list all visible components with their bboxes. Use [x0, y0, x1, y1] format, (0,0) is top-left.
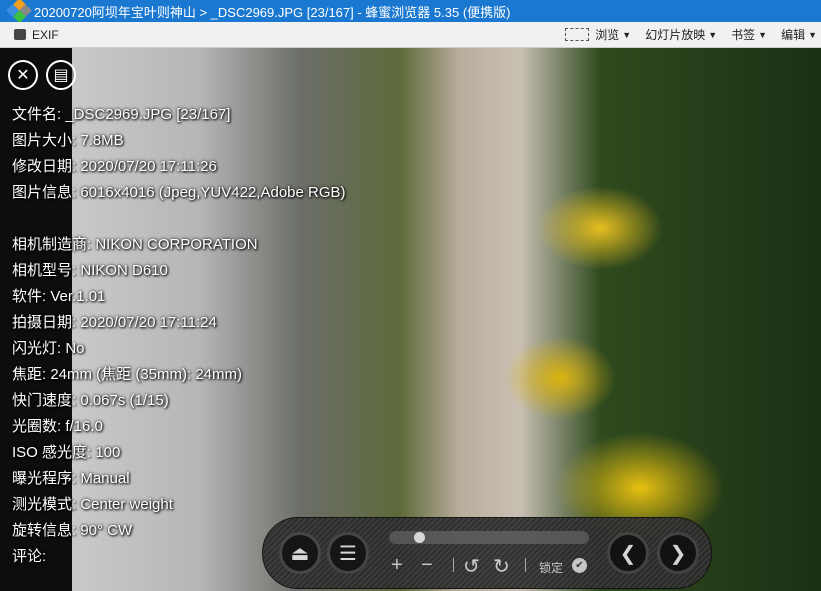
info-line: 光圈数: f/16.0	[12, 418, 103, 435]
rotate-left-icon[interactable]: ↺	[463, 554, 480, 579]
info-line: 图片大小: 7.8MB	[12, 132, 124, 149]
eject-button[interactable]: ⏏	[279, 532, 321, 574]
info-gap	[12, 206, 346, 232]
exif-button[interactable]: EXIF	[14, 28, 59, 42]
eject-icon: ⏏	[290, 542, 310, 565]
document-icon: ▤	[53, 67, 69, 84]
toolbar: EXIF 浏览 ▼ 幻灯片放映 ▼ 书签 ▼ 编辑 ▼	[0, 22, 821, 48]
info-line: 文件名: _DSC2969.JPG [23/167]	[12, 106, 231, 123]
lock-check-icon[interactable]: ✔	[572, 558, 587, 573]
menu-icon: ☰	[339, 542, 357, 565]
info-line: 曝光程序: Manual	[12, 470, 130, 487]
menu-button[interactable]: ☰	[327, 532, 369, 574]
divider	[453, 558, 454, 572]
title-bar: 20200720阿坝年宝叶则神山 > _DSC2969.JPG [23/167]…	[0, 0, 821, 23]
position-slider[interactable]	[389, 531, 589, 544]
divider	[525, 558, 526, 572]
edit-menu[interactable]: 编辑 ▼	[781, 26, 817, 43]
slider-knob[interactable]	[413, 532, 425, 543]
chevron-down-icon: ▼	[708, 29, 718, 40]
info-line: 软件: Ver.1.01	[12, 288, 106, 305]
previous-button[interactable]: ❮	[607, 532, 649, 574]
info-line: 闪光灯: No	[12, 340, 85, 357]
slideshow-menu[interactable]: 幻灯片放映 ▼	[645, 26, 717, 43]
info-line: 相机制造商: NIKON CORPORATION	[12, 236, 258, 253]
window-title: 20200720阿坝年宝叶则神山 > _DSC2969.JPG [23/167]…	[34, 4, 511, 20]
close-icon: ✕	[16, 67, 30, 84]
chevron-right-icon: ❯	[669, 542, 687, 565]
info-line: 修改日期: 2020/07/20 17:11:26	[12, 158, 217, 175]
bookmarks-menu[interactable]: 书签 ▼	[731, 26, 767, 43]
info-line: 测光模式: Center weight	[12, 496, 173, 513]
app-logo-icon	[6, 0, 32, 23]
info-line: 图片信息: 6016x4016 (Jpeg,YUV422,Adobe RGB)	[12, 184, 346, 201]
chevron-down-icon: ▼	[758, 29, 768, 40]
control-bar: ⏏ ☰ + − ↺ ↻ 锁定 ✔ ❮ ❯	[262, 517, 712, 589]
camera-icon	[14, 29, 26, 40]
chevron-left-icon: ❮	[619, 542, 637, 565]
chevron-down-icon: ▼	[622, 29, 632, 40]
info-line: 快门速度: 0.067s (1/15)	[12, 392, 169, 409]
browse-menu[interactable]: 浏览 ▼	[565, 26, 631, 43]
info-line: 焦距: 24mm (焦距 (35mm): 24mm)	[12, 366, 243, 383]
close-button[interactable]: ✕	[8, 60, 38, 90]
fullscreen-icon	[565, 28, 590, 41]
rotate-right-icon[interactable]: ↻	[493, 554, 510, 579]
chevron-down-icon: ▼	[808, 29, 817, 40]
copy-info-button[interactable]: ▤	[46, 60, 76, 90]
info-line: 相机型号: NIKON D610	[12, 262, 168, 279]
zoom-out-icon[interactable]: −	[421, 554, 433, 577]
lock-label: 锁定	[539, 561, 564, 575]
info-line: 拍摄日期: 2020/07/20 17:11:24	[12, 314, 217, 331]
exif-info-panel: 文件名: _DSC2969.JPG [23/167] 图片大小: 7.8MB 修改日…	[12, 102, 346, 570]
info-line: ISO 感光度: 100	[12, 444, 121, 461]
zoom-in-icon[interactable]: +	[391, 554, 403, 577]
next-button[interactable]: ❯	[657, 532, 699, 574]
